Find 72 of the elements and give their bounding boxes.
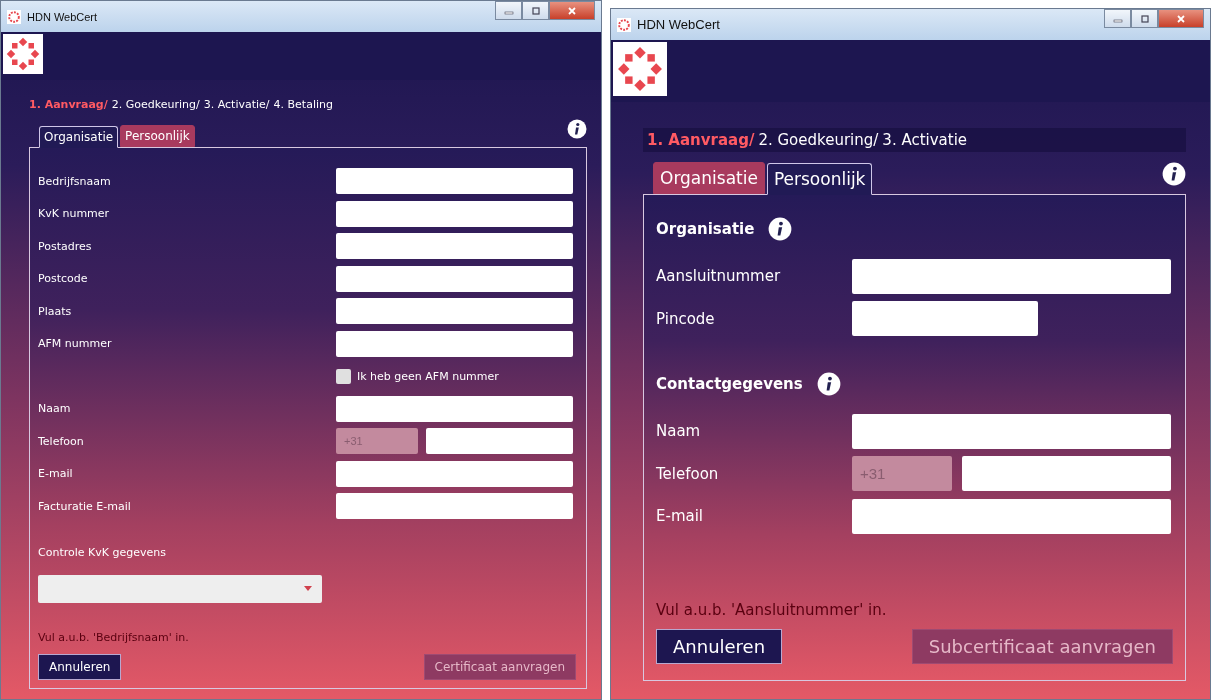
text-field[interactable] bbox=[336, 200, 573, 227]
text-field[interactable] bbox=[336, 298, 573, 324]
maximize-icon bbox=[529, 6, 542, 15]
logo-icon bbox=[613, 42, 667, 96]
caret-icon bbox=[304, 586, 312, 591]
field-label: Naam bbox=[656, 422, 702, 440]
tab[interactable]: Persoonlijk bbox=[766, 163, 873, 195]
field-label: Pincode bbox=[656, 309, 716, 328]
section-heading: Contactgegevens bbox=[656, 375, 803, 393]
text-field[interactable] bbox=[336, 460, 573, 487]
action-button[interactable]: Annuleren bbox=[656, 629, 783, 664]
step-label: 4. Betaling bbox=[273, 98, 333, 111]
field-label: Postadres bbox=[38, 239, 93, 253]
text-field[interactable] bbox=[336, 330, 573, 357]
checkbox-label: Ik heb geen AFM nummer bbox=[357, 369, 499, 383]
step-label: 3. Activatie/ bbox=[203, 98, 270, 111]
text-field[interactable] bbox=[852, 498, 1171, 534]
action-button[interactable]: Annuleren bbox=[38, 654, 122, 680]
checkbox[interactable] bbox=[336, 368, 351, 384]
close-icon bbox=[1175, 14, 1187, 23]
field-label: Plaats bbox=[38, 304, 73, 318]
text-field[interactable] bbox=[336, 395, 573, 422]
close-button[interactable] bbox=[549, 1, 595, 20]
app-logo-icon bbox=[7, 9, 21, 24]
text-field[interactable] bbox=[852, 301, 1038, 336]
field-label: E-mail bbox=[656, 507, 705, 525]
text-field[interactable] bbox=[336, 233, 573, 259]
field-label: Telefoon bbox=[38, 434, 85, 448]
field-label: Aansluitnummer bbox=[656, 267, 782, 285]
minimize-button[interactable] bbox=[1104, 9, 1131, 28]
field-label: Bedrijfsnaam bbox=[38, 174, 112, 188]
maximize-button[interactable] bbox=[1131, 9, 1158, 28]
field-label: AFM nummer bbox=[38, 337, 113, 350]
section-heading: Organisatie bbox=[656, 220, 755, 238]
step-label: 1. Aanvraag/ bbox=[29, 98, 108, 111]
tab[interactable]: Organisatie bbox=[39, 126, 119, 148]
phone-field[interactable] bbox=[426, 428, 573, 454]
text-field[interactable] bbox=[336, 493, 573, 519]
field-label: E-mail bbox=[38, 467, 74, 480]
field-label: Facturatie E-mail bbox=[38, 499, 132, 513]
field-label: Telefoon bbox=[656, 464, 720, 483]
close-icon bbox=[566, 6, 578, 15]
dropdown[interactable] bbox=[38, 574, 322, 603]
info-icon[interactable] bbox=[567, 119, 587, 139]
tab[interactable]: Organisatie bbox=[653, 162, 765, 194]
error-message: Vul a.u.b. 'Aansluitnummer' in. bbox=[656, 601, 888, 619]
app-logo-icon bbox=[617, 17, 631, 32]
window-title: HDN WebCert bbox=[27, 10, 98, 23]
field-label: Controle KvK gegevens bbox=[38, 545, 167, 559]
info-icon[interactable] bbox=[768, 217, 793, 241]
field-label: Postcode bbox=[38, 272, 89, 285]
window-title: HDN WebCert bbox=[637, 17, 720, 32]
error-message: Vul a.u.b. 'Bedrijfsnaam' in. bbox=[38, 631, 190, 644]
field-label: Naam bbox=[38, 402, 72, 415]
minimize-button[interactable] bbox=[495, 1, 522, 20]
close-button[interactable] bbox=[1158, 9, 1204, 28]
logo-icon bbox=[3, 34, 43, 74]
text-field[interactable] bbox=[336, 168, 573, 194]
text-field[interactable] bbox=[336, 265, 573, 292]
step-label: 1. Aanvraag/ bbox=[647, 131, 755, 149]
step-label: 2. Goedkeuring/ bbox=[758, 131, 879, 149]
step-label: 3. Activatie bbox=[882, 131, 968, 149]
tab[interactable]: Persoonlijk bbox=[120, 125, 195, 147]
maximize-button[interactable] bbox=[522, 1, 549, 20]
field-label: KvK nummer bbox=[38, 207, 111, 220]
info-icon[interactable] bbox=[1162, 162, 1186, 186]
text-field[interactable] bbox=[852, 258, 1171, 294]
step-label: 2. Goedkeuring/ bbox=[111, 98, 200, 111]
info-icon[interactable] bbox=[816, 372, 841, 396]
phone-field[interactable] bbox=[962, 456, 1171, 491]
text-field[interactable] bbox=[852, 413, 1171, 449]
maximize-icon bbox=[1138, 14, 1151, 23]
